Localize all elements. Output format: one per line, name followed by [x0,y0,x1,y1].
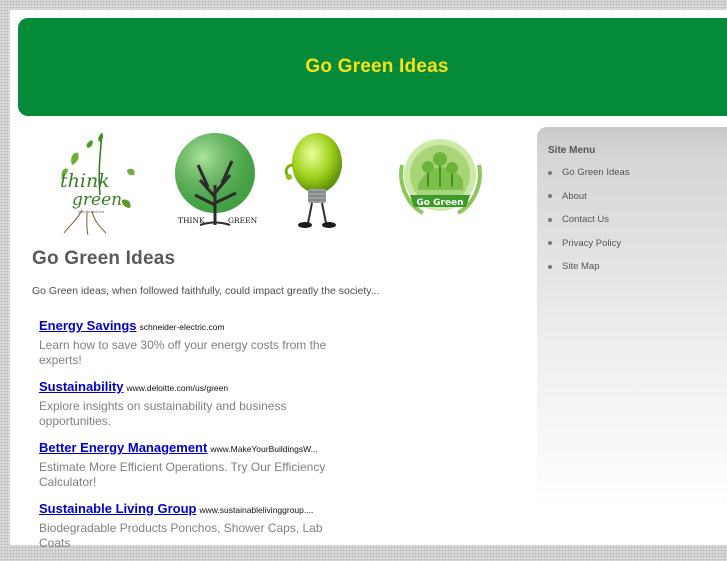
menu-item-about[interactable]: About [548,185,630,209]
lightbulb-mascot-icon [280,125,350,235]
menu-item-label: Privacy Policy [562,237,622,249]
menu-item-privacy-policy[interactable]: Privacy Policy [548,232,630,256]
site-menu-sidebar: Site Menu Go Green Ideas About Contact U… [537,127,727,507]
ad-url[interactable]: schneider-electric.com [140,322,225,332]
green-caption: GREEN [228,216,258,225]
ad-description: Learn how to save 30% off your energy co… [39,338,327,367]
image-strip: think green with GreenFest THINK GREEN G… [10,125,530,236]
think-caption: THINK [178,216,205,225]
ad-description: Explore insights on sustainability and b… [39,399,287,428]
bullet-icon [548,217,552,222]
menu-item-label: Contact Us [562,214,609,226]
menu-item-label: About [562,190,587,202]
menu-item-label: Go Green Ideas [562,167,630,179]
green-text: green [72,190,122,210]
ad-item: Better Energy Management www.MakeYourBuil… [39,439,349,490]
page-heading: Go Green Ideas [32,248,176,269]
main-content: Go Green Ideas Go Green ideas, when foll… [32,248,532,297]
bullet-icon [548,194,552,199]
go-green-badge: Go Green [388,125,493,235]
badge-text: Go Green [416,198,463,208]
ad-title-link[interactable]: Sustainable Living Group [39,501,196,516]
intro-text: Go Green ideas, when followed faithfully… [32,285,380,297]
sidebar-title: Site Menu [548,145,596,156]
ad-description: Estimate More Efficient Operations. Try … [39,460,326,489]
ad-title-link[interactable]: Energy Savings [39,318,137,333]
think-green-logo: think green with GreenFest [42,125,150,236]
menu-item-site-map[interactable]: Site Map [548,255,630,279]
think-text: think [60,170,110,192]
ad-title-link[interactable]: Better Energy Management [39,440,207,455]
bullet-icon [548,170,552,175]
ad-description: Biodegradable Products Ponchos, Shower C… [39,521,323,550]
bullet-icon [548,264,552,269]
ad-item: Sustainability www.deloitte.com/us/green … [39,378,349,429]
ad-item: Energy Savings schneider-electric.com Lea… [39,317,349,368]
menu-item-go-green-ideas[interactable]: Go Green Ideas [548,161,630,185]
site-menu: Go Green Ideas About Contact Us Privacy … [548,161,630,279]
ad-item: Sustainable Living Group www.sustainablel… [39,500,349,551]
ad-url[interactable]: www.MakeYourBuildingsW... [210,444,317,454]
ad-url[interactable]: www.deloitte.com/us/green [127,383,229,393]
ad-list: Energy Savings schneider-electric.com Lea… [39,317,349,561]
ad-title-link[interactable]: Sustainability [39,379,124,394]
ad-url[interactable]: www.sustainablelivinggroup.... [199,505,313,515]
menu-item-contact-us[interactable]: Contact Us [548,208,630,232]
site-title[interactable]: Go Green Ideas [305,56,448,78]
bullet-icon [548,241,552,246]
globe-tree-icon: THINK GREEN [170,125,260,235]
page-container: Go Green Ideas think green with GreenFes… [10,10,727,550]
site-header: Go Green Ideas [18,18,727,116]
menu-item-label: Site Map [562,261,600,273]
